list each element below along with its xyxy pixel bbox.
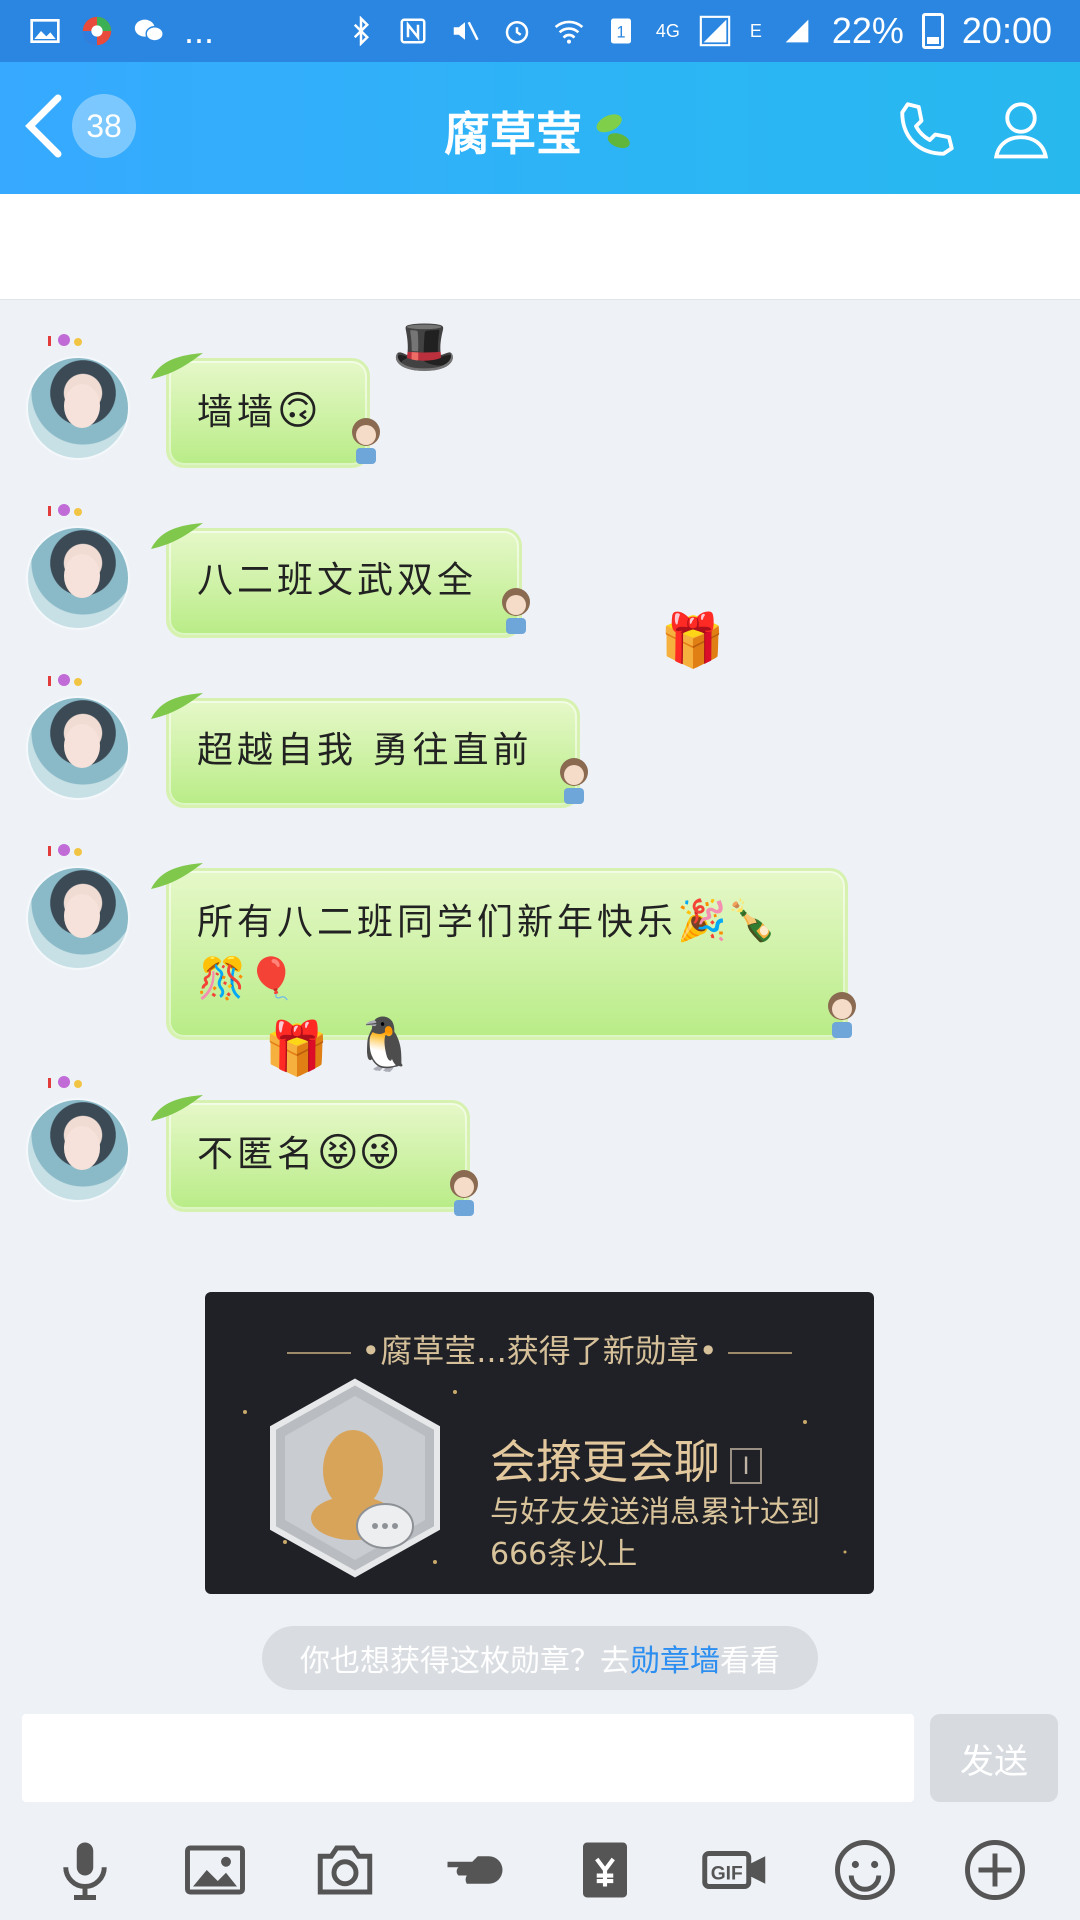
gallery-notification-icon [28,14,62,48]
badge-wall-link[interactable]: 勋章墙 [630,1636,720,1680]
message-text: 墙墙 [197,392,278,433]
svg-text:GIF: GIF [711,1864,743,1885]
send-button[interactable]: 发送 [930,1714,1058,1802]
bubble-leaf-icon [151,523,203,549]
badge-name: 会撩更会聊 I [490,1426,762,1492]
message-item: 八二班文武双全 🎁 [0,492,1080,671]
message-item: 不匿名😝😜 [0,1064,1080,1224]
battery-icon [921,13,944,49]
message-input[interactable] [22,1714,914,1802]
badge-card[interactable]: •腐草莹...获得了新勋章• 会撩更会聊 I 与好友发送消息累计达到666条以上 [205,1292,874,1594]
hint-prefix: 你也想获得这枚勋章？去 [300,1644,630,1679]
message-emoji: 🙃 [277,388,319,434]
sparkle-icon [48,674,82,686]
network-type-2: E [749,20,762,41]
bluetooth-icon [344,14,378,48]
sparkle-icon [48,504,82,516]
avatar[interactable] [26,526,130,630]
sender-mini-avatar-icon [502,588,530,634]
wifi-icon [552,14,586,48]
nfc-icon [396,14,430,48]
contact-name: 腐草莹 [444,107,582,161]
battery-percent: 22% [831,10,904,51]
camera-button[interactable] [308,1833,382,1907]
poke-icon [447,1856,503,1884]
camera-icon [317,1845,373,1895]
badge-header: •腐草莹...获得了新勋章• [205,1326,874,1372]
phone-icon[interactable] [894,96,960,162]
badge-description: 与好友发送消息累计达到666条以上 [490,1495,820,1572]
avatar[interactable] [26,866,130,970]
svg-text:1: 1 [616,23,625,41]
red-packet-button[interactable] [568,1833,642,1907]
message-text: 八二班文武双全 [197,560,478,601]
message-item: 超越自我 勇往直前 [0,662,1080,812]
sparkle-icon [48,334,82,346]
bubble-leaf-icon [151,693,203,719]
red-packet-icon [583,1842,627,1898]
message-bubble[interactable]: 超越自我 勇往直前 [151,693,580,808]
plus-icon [965,1840,1025,1900]
message-text: 超越自我 勇往直前 [197,730,533,771]
sim-1-icon: 1 [604,14,638,48]
input-row: 发送 [0,1710,1080,1806]
mute-icon [448,14,482,48]
sparkle-icon [48,844,82,856]
input-toolbar: GIF [0,1820,1080,1920]
message-emoji-line2: 🎊🎈 [197,956,297,1002]
sparkle-icon [48,1076,82,1088]
app-notification-icon [80,14,114,48]
badge-hint: 你也想获得这枚勋章？去 勋章墙 看看 [262,1626,818,1690]
hint-suffix: 看看 [720,1644,780,1679]
message-emoji: 🎉🍾 [677,898,777,944]
message-text: 所有八二班同学们新年快乐 [197,902,678,943]
party-sticker-icon: 🎩 [392,317,457,377]
voice-button[interactable] [48,1833,122,1907]
message-bubble[interactable]: 不匿名😝😜 [151,1095,470,1212]
badge-name-text: 会撩更会聊 [490,1435,720,1489]
more-button[interactable] [958,1833,1032,1907]
avatar[interactable] [26,1098,130,1202]
mic-icon [63,1842,107,1900]
network-type-1: 4G [655,20,680,41]
avatar[interactable] [26,696,130,800]
poke-button[interactable] [438,1833,512,1907]
redacted-banner [0,194,1080,300]
message-bubble[interactable]: 八二班文武双全 [151,523,522,638]
sender-mini-avatar-icon [828,992,856,1038]
emoji-icon [835,1840,895,1900]
message-bubble[interactable]: 墙墙🙃 [151,353,370,468]
gif-button[interactable]: GIF [698,1833,772,1907]
image-icon [185,1845,245,1895]
bubble-leaf-icon [151,863,203,889]
message-emoji: 😝😜 [317,1130,401,1176]
penguin-badge-icon [270,1378,440,1578]
signal-2-icon [780,14,814,48]
more-notifications: ... [184,10,215,51]
bubble-leaf-icon [151,353,203,379]
wechat-notification-icon [132,14,166,48]
sender-mini-avatar-icon [352,418,380,464]
clock: 20:00 [961,10,1052,51]
message-bubble[interactable]: 所有八二班同学们新年快乐🎉🍾 🎊🎈 [151,863,848,1040]
gif-icon: GIF [702,1851,766,1889]
sender-mini-avatar-icon [560,758,588,804]
signal-1-icon [698,14,732,48]
bubble-leaf-icon [151,1095,203,1121]
photo-button[interactable] [178,1833,252,1907]
emoji-button[interactable] [828,1833,902,1907]
badge-header-text: 腐草莹...获得了新勋章 [380,1332,699,1370]
leaf-icon [596,114,630,149]
message-item: 所有八二班同学们新年快乐🎉🍾 🎊🎈 🎁 🐧 [0,832,1080,1079]
alarm-icon [500,14,534,48]
message-item: 墙墙🙃 🎩 [0,317,1080,472]
message-text: 不匿名 [197,1134,318,1175]
sender-mini-avatar-icon [450,1170,478,1216]
profile-icon[interactable] [988,96,1054,162]
status-bar: ... 1 4G E 22% 20:00 [0,0,1080,62]
avatar[interactable] [26,356,130,460]
badge-info-icon[interactable]: I [730,1447,762,1484]
chat-header: 38 腐草莹 [0,62,1080,194]
